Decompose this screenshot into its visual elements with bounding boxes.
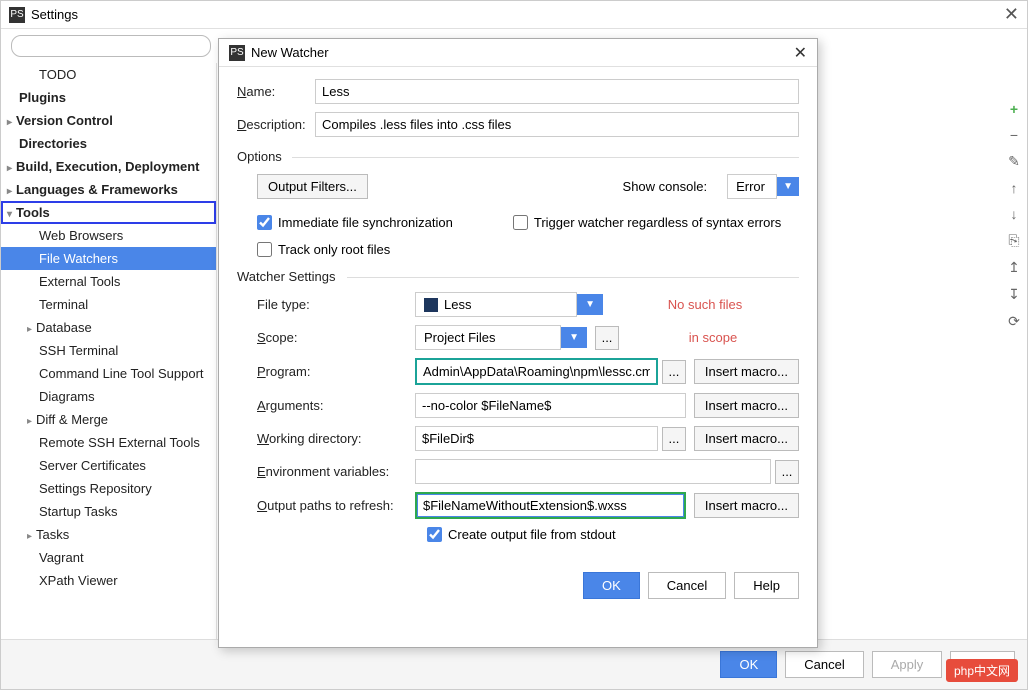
- working-dir-label: Working directory:: [257, 431, 407, 446]
- close-icon[interactable]: ✕: [1004, 4, 1019, 25]
- down-icon[interactable]: ↓: [1005, 206, 1023, 222]
- dialog-cancel-button[interactable]: Cancel: [648, 572, 726, 599]
- description-label: Description:: [237, 117, 315, 132]
- chevron-down-icon[interactable]: ▼: [561, 327, 587, 348]
- no-files-warning-2: in scope: [627, 330, 799, 345]
- show-console-select[interactable]: Error ▼: [727, 174, 799, 199]
- arguments-label: Arguments:: [257, 398, 407, 413]
- scope-select[interactable]: Project Files: [415, 325, 561, 350]
- sidebar-item-tools[interactable]: Tools: [1, 201, 216, 224]
- sidebar-item-languages-frameworks[interactable]: Languages & Frameworks: [1, 178, 216, 201]
- sidebar-item-remote-ssh-external-tools[interactable]: Remote SSH External Tools: [1, 431, 216, 454]
- new-watcher-dialog: PS New Watcher ✕ Name: Description: Opti…: [218, 38, 818, 648]
- dialog-ok-button[interactable]: OK: [583, 572, 640, 599]
- program-input[interactable]: [415, 358, 658, 385]
- watcher-settings-section: Watcher Settings: [237, 269, 799, 284]
- edit-icon[interactable]: ✎: [1005, 153, 1023, 170]
- title-bar: PS Settings ✕: [1, 1, 1027, 29]
- sidebar-item-diagrams[interactable]: Diagrams: [1, 385, 216, 408]
- window-title: Settings: [31, 7, 78, 22]
- copy-icon[interactable]: ⎘: [1005, 232, 1023, 249]
- sidebar-item-external-tools[interactable]: External Tools: [1, 270, 216, 293]
- app-icon: PS: [229, 45, 245, 61]
- add-icon[interactable]: +: [1005, 101, 1023, 117]
- sidebar-item-diff-merge[interactable]: Diff & Merge: [1, 408, 216, 431]
- dialog-title-bar: PS New Watcher ✕: [219, 39, 817, 67]
- cancel-button[interactable]: Cancel: [785, 651, 863, 678]
- sidebar-item-database[interactable]: Database: [1, 316, 216, 339]
- sidebar-item-plugins[interactable]: Plugins: [1, 86, 216, 109]
- name-input[interactable]: [315, 79, 799, 104]
- sidebar-item-startup-tasks[interactable]: Startup Tasks: [1, 500, 216, 523]
- search-input[interactable]: [11, 35, 211, 57]
- dialog-title: New Watcher: [251, 45, 329, 60]
- dialog-button-bar: OK Cancel Help: [219, 560, 817, 611]
- program-label: Program:: [257, 364, 407, 379]
- working-dir-browse-button[interactable]: ...: [662, 427, 686, 451]
- arguments-input[interactable]: [415, 393, 686, 418]
- sidebar-item-todo[interactable]: TODO: [1, 63, 216, 86]
- output-filters-button[interactable]: Output Filters...: [257, 174, 368, 199]
- file-type-label: File type:: [257, 297, 407, 312]
- file-type-select[interactable]: Less: [415, 292, 577, 317]
- sidebar-item-directories[interactable]: Directories: [1, 132, 216, 155]
- env-vars-label: Environment variables:: [257, 464, 407, 479]
- scope-label: Scope:: [257, 330, 407, 345]
- watermark: php中文网: [946, 659, 1018, 682]
- options-section: Options: [237, 149, 799, 164]
- track-root-checkbox[interactable]: Track only root files: [257, 242, 799, 257]
- chevron-down-icon: ▼: [777, 177, 799, 196]
- description-input[interactable]: [315, 112, 799, 137]
- less-icon: [424, 298, 438, 312]
- name-label: Name:: [237, 84, 315, 99]
- settings-sidebar: TODOPluginsVersion ControlDirectoriesBui…: [1, 63, 217, 641]
- env-vars-input[interactable]: [415, 459, 771, 484]
- working-dir-input[interactable]: [415, 426, 658, 451]
- env-vars-browse-button[interactable]: ...: [775, 460, 799, 484]
- chevron-down-icon[interactable]: ▼: [577, 294, 603, 315]
- output-paths-input[interactable]: [415, 492, 686, 519]
- sidebar-item-web-browsers[interactable]: Web Browsers: [1, 224, 216, 247]
- show-console-label: Show console:: [623, 179, 708, 194]
- sidebar-item-build-execution-deployment[interactable]: Build, Execution, Deployment: [1, 155, 216, 178]
- app-icon: PS: [9, 7, 25, 23]
- close-icon[interactable]: ✕: [794, 43, 807, 63]
- immediate-sync-checkbox[interactable]: Immediate file synchronization: [257, 215, 453, 230]
- insert-macro-button[interactable]: Insert macro...: [694, 493, 799, 518]
- sidebar-item-server-certificates[interactable]: Server Certificates: [1, 454, 216, 477]
- scope-browse-button[interactable]: ...: [595, 326, 619, 350]
- import-icon[interactable]: ↥: [1005, 259, 1023, 276]
- sidebar-item-tasks[interactable]: Tasks: [1, 523, 216, 546]
- ok-button[interactable]: OK: [720, 651, 777, 678]
- output-paths-label: Output paths to refresh:: [257, 498, 407, 513]
- no-files-warning: No such files: [611, 297, 799, 312]
- refresh-icon[interactable]: ⟳: [1005, 313, 1023, 330]
- apply-button[interactable]: Apply: [872, 651, 943, 678]
- right-toolbar: + − ✎ ↑ ↓ ⎘ ↥ ↧ ⟳: [1005, 101, 1023, 330]
- trigger-regardless-checkbox[interactable]: Trigger watcher regardless of syntax err…: [513, 215, 781, 230]
- sidebar-item-ssh-terminal[interactable]: SSH Terminal: [1, 339, 216, 362]
- insert-macro-button[interactable]: Insert macro...: [694, 426, 799, 451]
- sidebar-item-terminal[interactable]: Terminal: [1, 293, 216, 316]
- sidebar-item-version-control[interactable]: Version Control: [1, 109, 216, 132]
- dialog-help-button[interactable]: Help: [734, 572, 799, 599]
- insert-macro-button[interactable]: Insert macro...: [694, 393, 799, 418]
- sidebar-item-xpath-viewer[interactable]: XPath Viewer: [1, 569, 216, 592]
- sidebar-item-vagrant[interactable]: Vagrant: [1, 546, 216, 569]
- sidebar-item-settings-repository[interactable]: Settings Repository: [1, 477, 216, 500]
- sidebar-item-file-watchers[interactable]: File Watchers: [1, 247, 216, 270]
- sidebar-item-command-line-tool-support[interactable]: Command Line Tool Support: [1, 362, 216, 385]
- remove-icon[interactable]: −: [1005, 127, 1023, 143]
- insert-macro-button[interactable]: Insert macro...: [694, 359, 799, 384]
- create-stdout-checkbox[interactable]: Create output file from stdout: [427, 527, 799, 542]
- program-browse-button[interactable]: ...: [662, 360, 686, 384]
- export-icon[interactable]: ↧: [1005, 286, 1023, 303]
- up-icon[interactable]: ↑: [1005, 180, 1023, 196]
